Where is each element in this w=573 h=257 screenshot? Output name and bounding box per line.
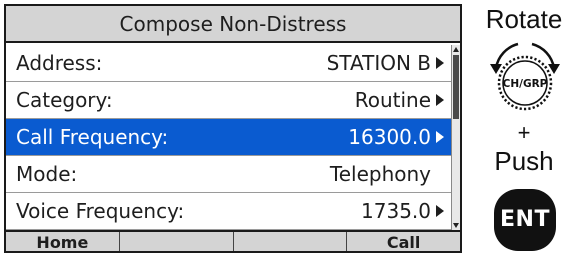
row-value: STATION B bbox=[326, 51, 431, 75]
ch-grp-knob[interactable]: CH/GRP bbox=[480, 38, 570, 120]
chevron-right-icon bbox=[436, 205, 444, 217]
row-value: Routine bbox=[354, 88, 431, 112]
rotate-left-arrowhead-icon bbox=[490, 64, 502, 74]
lcd-screen: Compose Non-Distress Address: STATION B … bbox=[4, 4, 462, 253]
softkey-bar: Home Call bbox=[6, 230, 460, 251]
scroll-up-arrow-icon bbox=[453, 47, 459, 52]
menu-row-voice-frequency[interactable]: Voice Frequency: 1735.0 bbox=[6, 193, 451, 230]
menu-list: Address: STATION B Category: Routine Cal… bbox=[6, 45, 451, 230]
row-label: Voice Frequency: bbox=[16, 199, 185, 223]
rotate-label: Rotate bbox=[485, 4, 563, 34]
row-label: Call Frequency: bbox=[16, 125, 169, 149]
softkey-blank-2[interactable] bbox=[234, 232, 348, 251]
softkey-home[interactable]: Home bbox=[6, 232, 120, 251]
scroll-thumb[interactable] bbox=[453, 55, 459, 119]
chevron-right-icon bbox=[436, 94, 444, 106]
menu-row-category[interactable]: Category: Routine bbox=[6, 82, 451, 119]
menu-row-address[interactable]: Address: STATION B bbox=[6, 45, 451, 82]
chevron-right-icon bbox=[436, 131, 444, 143]
row-label: Mode: bbox=[16, 162, 78, 186]
menu-row-mode[interactable]: Mode: Telephony bbox=[6, 156, 451, 193]
plus-label: + bbox=[517, 120, 531, 145]
ent-key[interactable]: ENT bbox=[494, 189, 556, 251]
row-value: Telephony bbox=[329, 162, 431, 186]
scroll-down-arrow-icon bbox=[453, 223, 459, 228]
row-label: Category: bbox=[16, 88, 113, 112]
chevron-right-icon bbox=[436, 57, 444, 69]
rotate-right-arrowhead-icon bbox=[548, 64, 560, 74]
scrollbar[interactable] bbox=[451, 45, 460, 230]
row-value: 1735.0 bbox=[361, 199, 431, 223]
knob-label: CH/GRP bbox=[503, 78, 548, 90]
row-value: 16300.0 bbox=[348, 125, 431, 149]
menu-row-call-frequency[interactable]: Call Frequency: 16300.0 bbox=[6, 119, 451, 156]
screen-title: Compose Non-Distress bbox=[6, 6, 460, 43]
push-label: Push bbox=[494, 146, 554, 176]
softkey-blank-1[interactable] bbox=[120, 232, 234, 251]
row-label: Address: bbox=[16, 51, 103, 75]
softkey-call[interactable]: Call bbox=[347, 232, 460, 251]
